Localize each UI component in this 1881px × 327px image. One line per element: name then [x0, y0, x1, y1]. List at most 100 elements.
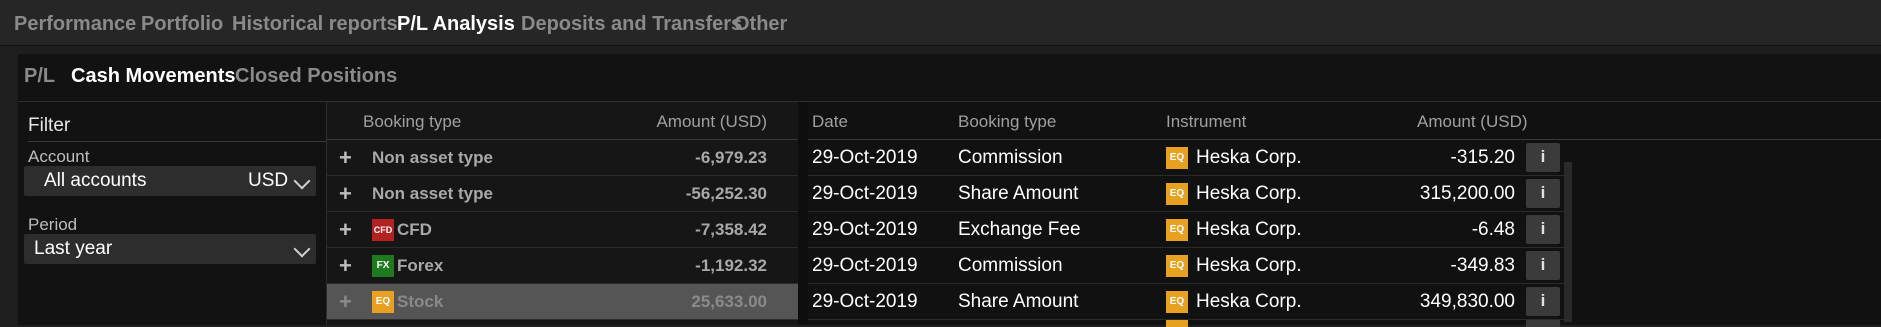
partially-visible-row: [808, 320, 1568, 327]
expand-icon[interactable]: +: [339, 253, 352, 279]
pl-analysis-panel: P/L Cash Movements Closed Positions Filt…: [18, 54, 1881, 327]
row-amount: -6.48: [1471, 219, 1515, 240]
column-header-amount: Amount (USD): [1417, 112, 1528, 131]
summary-row[interactable]: + CFD CFD -7,358.42: [327, 212, 799, 248]
eq-badge-icon: EQ: [372, 291, 394, 313]
column-header-instrument: Instrument: [1166, 112, 1247, 131]
column-header-booking-type: Booking type: [363, 112, 462, 131]
expand-icon[interactable]: +: [339, 181, 352, 207]
account-currency: USD: [248, 170, 289, 191]
row-booking-type: Exchange Fee: [958, 219, 1081, 240]
table-row: 29-Oct-2019 Commission EQ Heska Corp. -3…: [808, 248, 1568, 284]
eq-badge-icon: [1166, 320, 1188, 327]
period-select-value: Last year: [34, 238, 113, 259]
subtab-pl[interactable]: P/L: [24, 65, 55, 88]
row-booking-type: Commission: [958, 255, 1063, 276]
info-icon: i: [1540, 147, 1546, 166]
period-label: Period: [28, 215, 78, 234]
eq-badge-icon: EQ: [1166, 291, 1188, 313]
account-label: Account: [28, 147, 90, 166]
eq-badge-text: EQ: [1166, 183, 1188, 205]
table-row: 29-Oct-2019 Share Amount EQ Heska Corp. …: [808, 176, 1568, 212]
row-instrument[interactable]: Heska Corp.: [1196, 183, 1302, 205]
booking-amount: -6,979.23: [695, 148, 767, 167]
booking-type-label: Non asset type: [372, 184, 493, 203]
booking-type-label: Stock: [397, 292, 444, 311]
fx-badge-icon: FX: [372, 255, 394, 277]
column-header-amount: Amount (USD): [656, 112, 767, 131]
filter-title: Filter: [28, 115, 376, 142]
info-button[interactable]: i: [1526, 251, 1560, 280]
expand-icon[interactable]: +: [339, 217, 352, 243]
sub-navigation: P/L Cash Movements Closed Positions: [18, 54, 1881, 102]
booking-amount: 25,633.00: [691, 292, 767, 311]
subtab-closed-positions[interactable]: Closed Positions: [235, 65, 397, 88]
info-icon: i: [1540, 255, 1546, 274]
booking-amount: -56,252.30: [685, 184, 767, 203]
summary-row-selected[interactable]: + EQ Stock 25,633.00: [327, 284, 799, 320]
eq-badge-icon: EQ: [1166, 255, 1188, 277]
info-button[interactable]: i: [1526, 287, 1560, 316]
table-row: 29-Oct-2019 Exchange Fee EQ Heska Corp. …: [808, 212, 1568, 248]
row-date: 29-Oct-2019: [812, 291, 918, 312]
table-row: 29-Oct-2019 Commission EQ Heska Corp. -3…: [808, 140, 1568, 176]
booking-type-label: CFD: [397, 220, 432, 239]
eq-badge-icon: EQ: [1166, 147, 1188, 169]
period-select[interactable]: Last year: [24, 234, 316, 264]
info-icon: i: [1540, 291, 1546, 310]
booking-summary-table: Booking type Amount (USD) + Non asset ty…: [326, 102, 799, 325]
column-header-booking-type: Booking type: [958, 112, 1057, 131]
info-button[interactable]: i: [1526, 179, 1560, 208]
booking-amount: -1,192.32: [695, 256, 767, 275]
summary-row[interactable]: + FX Forex -1,192.32: [327, 248, 799, 284]
tab-portfolio[interactable]: Portfolio: [141, 13, 223, 36]
eq-badge-text: EQ: [1166, 219, 1188, 241]
info-icon: i: [1540, 219, 1546, 238]
expand-icon[interactable]: +: [339, 289, 352, 315]
eq-badge-icon: EQ: [1166, 183, 1188, 205]
expand-icon[interactable]: +: [339, 145, 352, 171]
eq-badge-icon: EQ: [1166, 219, 1188, 241]
row-date: 29-Oct-2019: [812, 183, 918, 204]
tab-deposits-and-transfers[interactable]: Deposits and Transfers: [521, 13, 742, 36]
row-instrument[interactable]: Heska Corp.: [1196, 219, 1302, 241]
tab-performance[interactable]: Performance: [14, 13, 136, 36]
summary-row[interactable]: + Non asset type -6,979.23: [327, 140, 799, 176]
table-divider: [798, 102, 808, 325]
tab-other[interactable]: Other: [734, 13, 787, 36]
cfd-badge-text: CFD: [372, 219, 394, 241]
table-header: Booking type Amount (USD): [327, 102, 799, 140]
row-date: 29-Oct-2019: [812, 147, 918, 168]
row-instrument[interactable]: Heska Corp.: [1196, 291, 1302, 313]
chevron-down-icon: [293, 172, 311, 190]
tab-historical-reports[interactable]: Historical reports: [232, 13, 398, 36]
summary-row[interactable]: + Non asset type -56,252.30: [327, 176, 799, 212]
row-amount: 349,830.00: [1419, 291, 1515, 312]
eq-badge-text: EQ: [1166, 147, 1188, 169]
cfd-badge-icon: CFD: [372, 219, 394, 241]
eq-badge-text: EQ: [372, 291, 394, 313]
row-date: 29-Oct-2019: [812, 219, 918, 240]
row-date: 29-Oct-2019: [812, 255, 918, 276]
info-button[interactable]: i: [1526, 215, 1560, 244]
row-booking-type: Share Amount: [958, 291, 1079, 312]
row-booking-type: Commission: [958, 147, 1063, 168]
row-instrument[interactable]: Heska Corp.: [1196, 147, 1302, 169]
row-amount: 315,200.00: [1419, 183, 1515, 204]
subtab-cash-movements[interactable]: Cash Movements: [71, 65, 236, 88]
row-instrument[interactable]: Heska Corp.: [1196, 255, 1302, 277]
row-amount: -349.83: [1450, 255, 1515, 276]
table-row: 29-Oct-2019 Share Amount EQ Heska Corp. …: [808, 284, 1568, 320]
account-select[interactable]: All accounts USD: [24, 166, 316, 196]
info-button[interactable]: i: [1526, 143, 1560, 172]
booking-type-label: Forex: [397, 256, 444, 275]
chevron-down-icon: [293, 240, 311, 258]
row-amount: -315.20: [1450, 147, 1515, 168]
info-button[interactable]: [1526, 320, 1560, 327]
tab-pl-analysis[interactable]: P/L Analysis: [397, 13, 515, 36]
fx-badge-text: FX: [372, 255, 394, 277]
vertical-scrollbar[interactable]: [1564, 162, 1572, 322]
cash-movements-detail-table: Date Booking type Instrument Amount (USD…: [808, 102, 1881, 327]
booking-amount: -7,358.42: [695, 220, 767, 239]
booking-type-label: Non asset type: [372, 148, 493, 167]
